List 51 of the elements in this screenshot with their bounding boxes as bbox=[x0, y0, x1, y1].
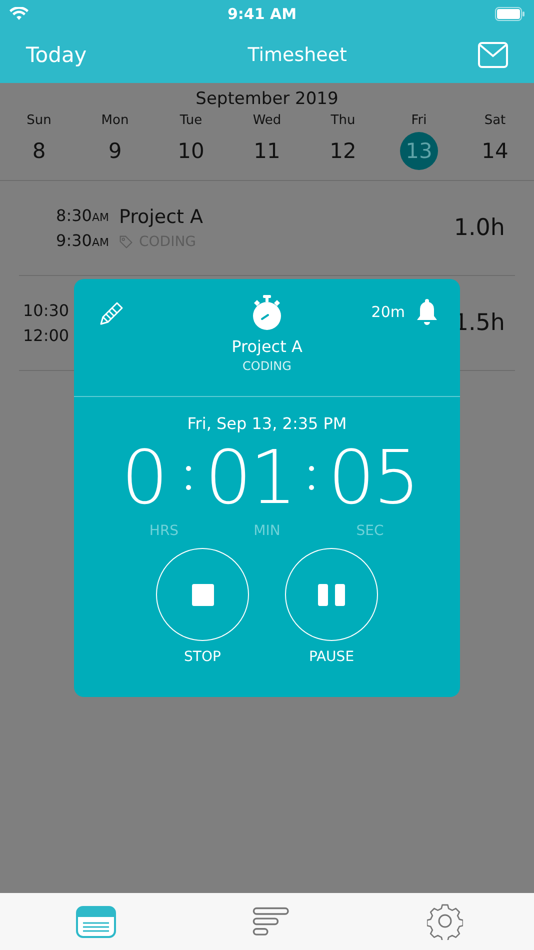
weekday-label: Mon bbox=[101, 113, 129, 128]
weekday-label: Fri bbox=[411, 113, 427, 128]
day-number[interactable]: 14 bbox=[476, 132, 514, 170]
weekday-label: Thu bbox=[330, 113, 356, 128]
weekday-label: Tue bbox=[180, 113, 202, 128]
seconds-value: 05 bbox=[328, 439, 418, 517]
reminder-time: 20m bbox=[371, 303, 405, 321]
status-time: 9:41 AM bbox=[227, 4, 297, 22]
timesheet-tab-icon[interactable] bbox=[76, 906, 116, 938]
weekday-label: Wed bbox=[252, 113, 282, 128]
stopwatch-icon bbox=[251, 295, 283, 331]
duration: 1.0h bbox=[454, 215, 505, 241]
colon-icon bbox=[186, 466, 191, 490]
day-number[interactable]: 11 bbox=[248, 132, 286, 170]
day-number[interactable]: 12 bbox=[324, 132, 362, 170]
button-label: PAUSE bbox=[308, 649, 354, 665]
project-name: Project A bbox=[119, 206, 204, 228]
unit-label: SEC bbox=[355, 523, 385, 539]
wifi-icon bbox=[9, 6, 29, 20]
tag-label: CODING bbox=[242, 359, 292, 373]
weekday-label: Sun bbox=[26, 113, 52, 128]
unit-label: MIN bbox=[252, 523, 282, 539]
settings-icon[interactable] bbox=[427, 904, 463, 940]
end-time: 12:00 bbox=[23, 326, 70, 345]
month-label: September 2019 bbox=[194, 89, 340, 109]
day-number[interactable]: 8 bbox=[20, 132, 58, 170]
pause-icon bbox=[318, 584, 345, 606]
end-time: 9:30AM bbox=[56, 231, 109, 250]
stop-button[interactable] bbox=[156, 548, 249, 641]
screen-title: Timesheet bbox=[248, 44, 347, 66]
mail-icon[interactable] bbox=[478, 42, 508, 68]
unit-label: HRS bbox=[148, 523, 180, 539]
battery-icon bbox=[494, 6, 525, 20]
day-number[interactable]: 13 bbox=[400, 132, 438, 170]
tag-icon bbox=[119, 235, 133, 249]
start-datetime: Fri, Sep 13, 2:35 PM bbox=[187, 414, 347, 433]
colon-icon bbox=[309, 466, 314, 490]
day-number[interactable]: 9 bbox=[96, 132, 134, 170]
weekday-label: Sat bbox=[484, 113, 506, 128]
hours-value: 0 bbox=[120, 439, 168, 517]
pause-button[interactable] bbox=[285, 548, 378, 641]
button-label: STOP bbox=[184, 649, 221, 665]
minutes-value: 01 bbox=[204, 439, 295, 517]
start-time: 8:30AM bbox=[56, 206, 109, 225]
bell-icon[interactable] bbox=[415, 298, 439, 326]
bars-tab-icon[interactable] bbox=[252, 906, 292, 938]
project-name: Project A bbox=[232, 337, 302, 356]
pencil-icon[interactable] bbox=[99, 300, 125, 326]
start-time: 10:30 bbox=[23, 301, 70, 320]
stop-icon bbox=[192, 584, 214, 606]
day-number[interactable]: 10 bbox=[172, 132, 210, 170]
